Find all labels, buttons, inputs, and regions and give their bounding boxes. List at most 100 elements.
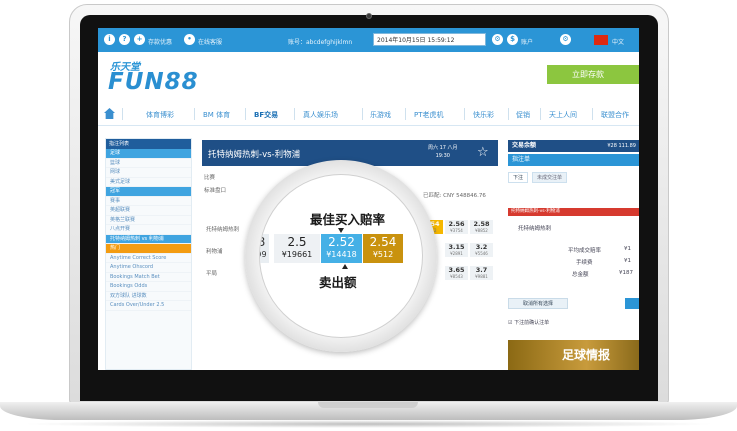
tab-unmatched[interactable]: 未成交注单 [532,172,568,183]
sidebar-item[interactable]: Bookings Odds [106,282,191,292]
best-back-odds-label: 最佳买入赔率 [310,212,386,227]
sell-amount-label: 卖出额 [319,275,357,290]
sidebar-item[interactable]: 冠军 [106,187,191,197]
odds-cell[interactable]: 2.58 ¥8852 [470,220,493,234]
nav-divider [464,108,465,120]
odds-cell[interactable]: 3.7 ¥9881 [470,266,493,280]
nav-sports[interactable]: 体育博彩 [146,110,174,120]
confirm-checkbox[interactable]: ☑ 下注前确认注单 [508,319,549,326]
best-lay-odds-cell[interactable]: 2.54 ¥512 [363,234,403,263]
market-sub-label: 标准盘口 [204,188,227,194]
balance-link[interactable]: 账户 [521,37,533,46]
stat-value: ¥187 [619,270,633,276]
trade-balance-value: ¥28 111.89 [607,143,636,149]
trade-balance-header: 交易余额 ¥28 111.89 [508,140,639,152]
odds-cell[interactable]: 2.56 ¥3754 [445,220,468,234]
selected-match-bar: 托特纳姆热刺-vs-利物浦 [508,208,639,216]
nav-divider [362,108,363,120]
help-icon[interactable]: ? [119,34,130,45]
sidebar-item[interactable]: 网球 [106,168,191,178]
info-icon[interactable]: i [104,34,115,45]
promo-banner[interactable]: 足球情报 [508,340,639,370]
odds-cell[interactable]: 899 [260,234,269,263]
nav-promotions[interactable]: 促销 [516,110,530,120]
betslip-header: 指注单 [508,154,639,166]
match-title: 托特纳姆热刺-vs-利物浦 [208,150,301,160]
odds-cell[interactable]: 3.15 ¥2891 [445,243,468,257]
odds-cell[interactable]: 3.2 ¥5546 [470,243,493,257]
stat-label: 总金额 [572,272,589,278]
match-date: 周六 17 八月 19:30 [428,144,458,160]
laptop-mockup: i ? + 存款优惠 • 在线客服 账号：abcdefghijklmn 2014… [0,0,737,431]
runner-label: 平局 [206,271,218,277]
nav-lottery[interactable]: 快乐彩 [473,110,494,120]
livechat-link[interactable]: 在线客服 [198,37,222,46]
nav-divider [245,108,246,120]
stat-value: ¥1 [624,258,631,264]
runner-label: 利物浦 [206,249,223,255]
language-selector[interactable]: 中文 [612,37,624,46]
magnifier-lens: 最佳买入赔率 899 2.5¥19661 2.52¥14418 2.54¥512… [259,174,423,338]
nav-divider [122,108,123,120]
clear-all-button[interactable]: 取消所有选择 [508,298,568,309]
nav-divider [405,108,406,120]
wallet-icon[interactable]: $ [507,34,518,45]
laptop-notch [318,402,418,408]
sidebar-item[interactable]: 篮球 [106,159,191,168]
nav-affiliate[interactable]: 联盟合作 [601,110,629,120]
nav-games[interactable]: 乐游戏 [370,110,391,120]
nav-divider [194,108,195,120]
stat-label: 手续费 [576,260,593,266]
odds-cell[interactable]: 3.65 ¥8543 [445,266,468,280]
settings-icon[interactable]: ⚙ [560,34,571,45]
nav-bm-sports[interactable]: BM 体育 [203,110,230,120]
promo-link[interactable]: 存款优惠 [148,37,172,46]
sidebar-item[interactable]: 美式足球 [106,178,191,187]
sidebar-item[interactable]: 双方球队 进球数 [106,292,191,301]
market-label: 比赛 [204,175,216,181]
sidebar-item[interactable]: Bookings Match Bet [106,273,191,282]
sidebar-item[interactable]: Anytime Ohscord [106,263,191,273]
date-field[interactable]: 2014年10月15日 15:59:12 [373,33,486,46]
sidebar-item[interactable]: 足球 [106,149,191,159]
camera-icon [366,13,372,19]
sidebar-item[interactable]: 英格兰联赛 [106,216,191,225]
favorite-star-icon[interactable]: ☆ [477,145,489,160]
sidebar-item[interactable]: Cards Over/Under 2.5 [106,301,191,311]
sidebar-item[interactable]: Anytime Correct Score [106,254,191,263]
nav-vip[interactable]: 天上人间 [549,110,577,120]
place-bet-button[interactable] [625,298,639,309]
main-nav: 体育博彩 BM 体育 BF交易 真人娱乐场 乐游戏 PT老虎机 快乐彩 促销 天… [98,102,639,126]
matched-amount: 已匹配: CNY 548846.76 [423,193,486,199]
home-icon[interactable] [104,108,115,119]
sidebar-item[interactable]: 英超联赛 [106,206,191,216]
nav-pt-slots[interactable]: PT老虎机 [414,110,444,120]
nav-bf-exchange[interactable]: BF交易 [254,110,278,120]
match-date-day: 周六 17 八月 [428,145,458,151]
flag-icon[interactable] [594,35,608,45]
logo[interactable]: FUN88 [108,69,199,95]
gear-icon[interactable]: ⚙ [492,34,503,45]
tab-bet[interactable]: 下注 [508,172,529,183]
sidebar: 指注列表 足球 篮球 网球 美式足球 冠军 赛事 英超联赛 英格兰联赛 八点开赛 托特纳姆热刺 v… [105,138,192,370]
nav-divider [592,108,593,120]
sidebar-item[interactable]: 热门 [106,244,191,254]
laptop-shadow [20,420,717,428]
stat-label: 平均成交赔率 [568,248,602,254]
nav-live-casino[interactable]: 真人娱乐场 [303,110,338,120]
confirm-checkbox-label: 下注前确认注单 [514,320,550,326]
nav-divider [294,108,295,120]
sidebar-header: 指注列表 [106,139,191,149]
chat-icon[interactable]: • [184,34,195,45]
sidebar-item[interactable]: 赛事 [106,197,191,206]
deposit-button[interactable]: 立即存款 [547,65,639,84]
best-back-odds-cell[interactable]: 2.52 ¥14418 [321,234,362,263]
arrow-up-icon [342,264,348,269]
odds-cell[interactable]: 2.5 ¥19661 [274,234,320,263]
gift-icon[interactable]: + [134,34,145,45]
username: 账号：abcdefghijklmn [288,39,353,46]
sidebar-item[interactable]: 托特纳姆热刺 vs 利物浦 [106,234,191,244]
arrow-down-icon [338,228,344,233]
sidebar-item[interactable]: 八点开赛 [106,225,191,235]
betslip-tabs: 下注 未成交注单 [508,172,639,183]
